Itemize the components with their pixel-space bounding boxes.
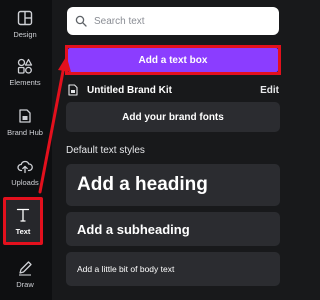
add-subheading-button[interactable]: Add a subheading	[66, 212, 280, 246]
rail-item-elements[interactable]: Elements	[0, 50, 50, 100]
brand-kit-name: Untitled Brand Kit	[87, 84, 172, 96]
add-body-text-button[interactable]: Add a little bit of body text	[66, 252, 280, 286]
add-subheading-label: Add a subheading	[77, 221, 190, 237]
rail-label-uploads: Uploads	[11, 178, 39, 187]
draw-icon	[19, 261, 32, 276]
add-heading-button[interactable]: Add a heading	[66, 164, 280, 206]
search-input[interactable]	[94, 15, 274, 27]
rail-item-design[interactable]: Design	[0, 2, 50, 52]
brand-kit-icon	[68, 84, 78, 96]
rail-label-draw: Draw	[16, 280, 34, 289]
search-icon	[75, 15, 87, 27]
brand-kit-row: Untitled Brand Kit Edit	[67, 82, 279, 98]
rail-label-brand-hub: Brand Hub	[7, 128, 43, 137]
brand-kit-edit-link[interactable]: Edit	[260, 85, 279, 96]
side-rail: Design Elements Brand Hub Uploads Text D…	[0, 0, 52, 300]
rail-label-design: Design	[13, 30, 37, 39]
elements-icon	[17, 58, 33, 74]
rail-item-uploads[interactable]: Uploads	[0, 150, 50, 200]
add-body-text-label: Add a little bit of body text	[77, 264, 175, 274]
default-text-styles-heading: Default text styles	[66, 145, 145, 156]
add-textbox-highlight: Add a text box	[65, 45, 281, 75]
search-box[interactable]	[67, 7, 279, 35]
rail-item-text[interactable]: Text	[3, 197, 43, 245]
text-icon	[16, 208, 30, 222]
add-brand-fonts-button[interactable]: Add your brand fonts	[66, 102, 280, 132]
rail-label-elements: Elements	[9, 78, 41, 87]
design-icon	[17, 10, 33, 26]
add-heading-label: Add a heading	[77, 174, 208, 195]
add-brand-fonts-label: Add your brand fonts	[122, 111, 224, 123]
brand-hub-icon	[19, 109, 31, 123]
rail-label-text: Text	[15, 227, 31, 236]
uploads-icon	[17, 160, 33, 174]
rail-item-draw[interactable]: Draw	[0, 252, 50, 300]
add-text-box-label: Add a text box	[138, 54, 208, 66]
text-panel: Add a text box Untitled Brand Kit Edit A…	[52, 0, 292, 300]
add-text-box-button[interactable]: Add a text box	[68, 48, 278, 72]
rail-item-brand-hub[interactable]: Brand Hub	[0, 100, 50, 150]
